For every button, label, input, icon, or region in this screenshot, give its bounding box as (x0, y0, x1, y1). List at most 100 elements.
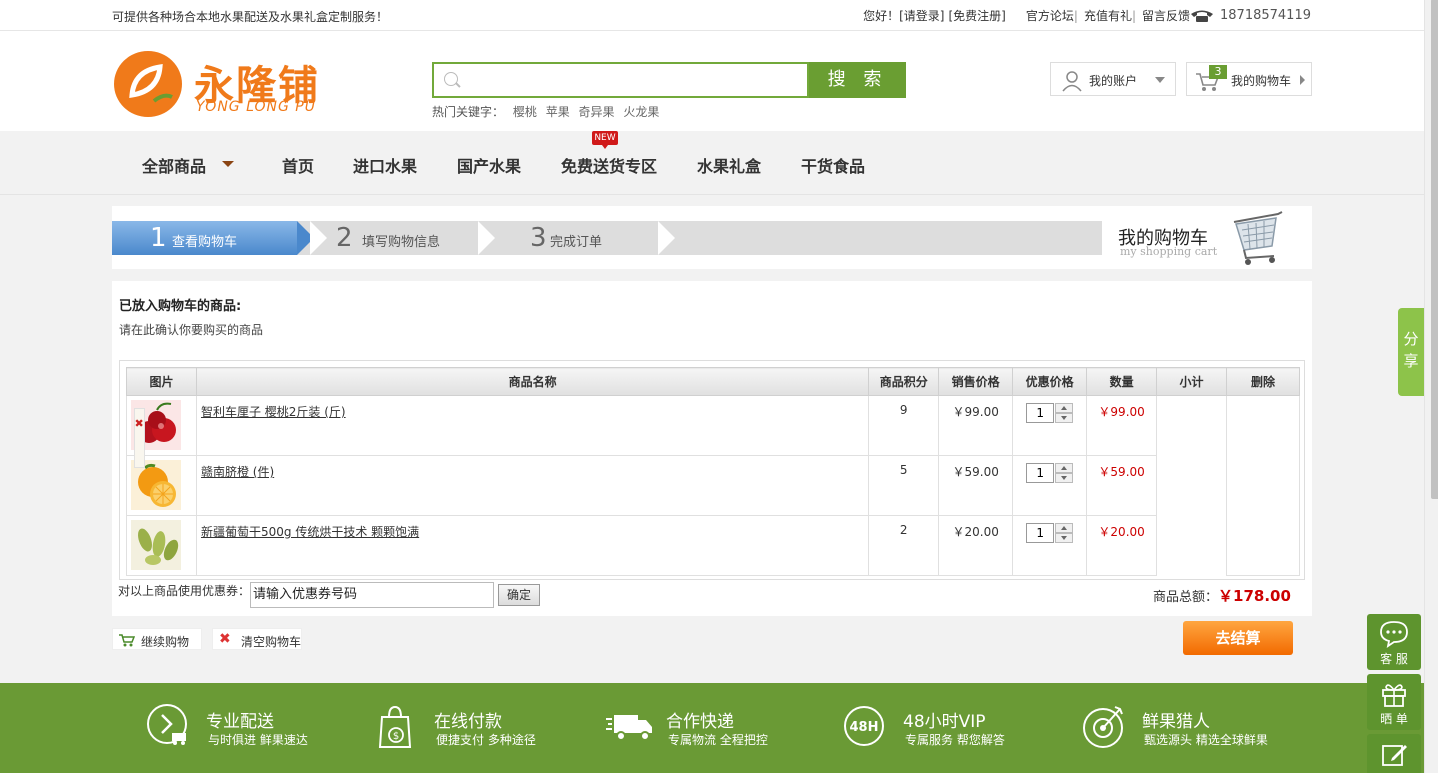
feedback-link[interactable]: 留言反馈 (1142, 7, 1190, 24)
share-order-button[interactable]: 晒 单 (1367, 674, 1421, 730)
hot-keyword[interactable]: 奇异果 (579, 105, 615, 119)
search-button[interactable]: 搜 索 (809, 62, 906, 98)
quantity-stepper (1026, 403, 1074, 423)
increment-button[interactable] (1055, 523, 1074, 533)
cart-table-wrap: 图片 商品名称 商品积分 销售价格 优惠价格 数量 小计 删除 智利车厘子 樱桃… (119, 360, 1305, 580)
step-divider (478, 221, 495, 255)
share-button[interactable]: 分享 (1398, 308, 1424, 396)
quantity-input[interactable] (1026, 463, 1055, 483)
scrollbar-thumb[interactable] (1431, 0, 1438, 499)
search-input[interactable] (432, 62, 809, 98)
points-cell: 2 (868, 515, 940, 576)
top-bar: 可提供各种场合本地水果配送及水果礼盒定制服务！ 您好！ [请登录] [免费注册]… (0, 0, 1424, 31)
hot-keyword[interactable]: 苹果 (546, 105, 570, 119)
total-value: ￥178.00 (1218, 587, 1291, 605)
divider: | (1131, 8, 1136, 23)
feedback-button[interactable] (1367, 734, 1421, 773)
feature-subtitle: 与时俱进 鲜果速达 (208, 733, 308, 747)
forum-link[interactable]: 官方论坛 (1026, 7, 1074, 24)
close-icon: ✖ (219, 631, 231, 647)
cart-button[interactable]: 3 我的购物车 (1186, 62, 1312, 96)
coupon-label: 对以上商品使用优惠券： (118, 584, 251, 598)
quantity-input[interactable] (1026, 403, 1055, 423)
gift-icon (1382, 684, 1406, 707)
cart-subheading: 请在此确认你要购买的商品 (119, 323, 264, 337)
col-header: 图片 (126, 367, 197, 396)
hot-keywords-label: 热门关键字： (432, 105, 505, 119)
decrement-button[interactable] (1055, 473, 1074, 483)
col-header: 数量 (1086, 367, 1158, 396)
clear-cart-label: 清空购物车 (241, 635, 302, 649)
product-link[interactable]: 智利车厘子 樱桃2斤装 (斤) (201, 405, 346, 419)
col-header: 销售价格 (938, 367, 1014, 396)
nav-item-dried-food[interactable]: 干货食品 (801, 153, 865, 177)
increment-button[interactable] (1055, 403, 1074, 413)
service-message: 可提供各种场合本地水果配送及水果礼盒定制服务！ (112, 10, 389, 24)
login-link[interactable]: [请登录] (899, 7, 944, 24)
user-icon (1061, 70, 1082, 92)
my-cart-subtitle: my shopping cart (1120, 245, 1218, 258)
account-dropdown[interactable]: 我的账户 (1050, 62, 1176, 96)
continue-shopping-button[interactable]: 继续购物 (112, 628, 202, 650)
feature-title: 鲜果猎人 (1142, 712, 1210, 732)
step-3: 3 完成订单 (522, 221, 672, 255)
my-cart-banner: 我的购物车 my shopping cart (1102, 206, 1302, 269)
search-icon (444, 72, 458, 86)
recharge-link[interactable]: 充值有礼 (1084, 7, 1132, 24)
subtotal-cell: ￥99.00 (1086, 395, 1158, 456)
delete-icon[interactable]: ✖ (135, 417, 144, 430)
truck-icon (606, 703, 652, 749)
continue-shopping-label: 继续购物 (141, 635, 190, 649)
phone-number: 18718574119 (1220, 8, 1311, 23)
register-link[interactable]: [免费注册] (949, 7, 1006, 24)
decrement-button[interactable] (1055, 413, 1074, 423)
cart-table: 图片 商品名称 商品积分 销售价格 优惠价格 数量 小计 删除 智利车厘子 樱桃… (126, 367, 1300, 576)
nav-item-free-delivery[interactable]: 免费送货专区 (561, 153, 657, 177)
cart-icon (119, 633, 136, 647)
scrollbar[interactable] (1424, 0, 1438, 773)
delete-cell: ✖ (133, 407, 145, 468)
hot-keyword[interactable]: 樱桃 (513, 105, 537, 119)
increment-button[interactable] (1055, 463, 1074, 473)
cart-label: 我的购物车 (1231, 74, 1292, 88)
quantity-spinner (1055, 523, 1074, 543)
nav-item-gift-box[interactable]: 水果礼盒 (697, 153, 761, 177)
share-order-label: 晒 单 (1380, 712, 1408, 726)
product-link[interactable]: 新疆葡萄干500g 传统烘干技术 颗颗饱满 (201, 525, 419, 539)
qty-cell (1012, 515, 1088, 576)
coupon-apply-button[interactable]: 确定 (498, 584, 540, 606)
orange-image[interactable] (131, 460, 181, 510)
product-link[interactable]: 赣南脐橙 (件) (201, 465, 274, 479)
coupon-input[interactable]: 请输入优惠券号码 (250, 582, 494, 608)
quantity-input[interactable] (1026, 523, 1055, 543)
clear-cart-button[interactable]: ✖ 清空购物车 (212, 628, 302, 650)
subtotal-cell: ￥20.00 (1086, 515, 1158, 576)
col-header: 商品积分 (868, 367, 940, 396)
chevron-down-icon (222, 161, 234, 167)
hot-keyword[interactable]: 火龙果 (623, 105, 659, 119)
logo[interactable]: 永隆铺 YONG LONG PU (114, 49, 344, 119)
raisin-image[interactable] (131, 520, 181, 570)
customer-service-button[interactable]: 客 服 (1367, 614, 1421, 670)
customer-service-label: 客 服 (1380, 652, 1408, 666)
main-nav: 全部商品 首页 进口水果 国产水果 免费送货专区 NEW 水果礼盒 干货食品 (0, 131, 1424, 195)
feature-title: 专业配送 (206, 712, 274, 732)
target-icon (1082, 703, 1128, 749)
table-row: 新疆葡萄干500g 传统烘干技术 颗颗饱满 2 ￥20.00 ￥20.00 ✖ (126, 407, 1300, 576)
nav-all-products[interactable]: 全部商品 (142, 153, 206, 177)
product-name-cell: 新疆葡萄干500g 传统烘干技术 颗颗饱满 (195, 515, 870, 576)
nav-item-domestic[interactable]: 国产水果 (457, 153, 521, 177)
step-number: 1 (150, 223, 167, 253)
decrement-button[interactable] (1055, 533, 1074, 543)
col-header: 商品名称 (195, 367, 870, 396)
nav-item-imported[interactable]: 进口水果 (353, 153, 417, 177)
checkout-button[interactable]: 去结算 (1183, 621, 1293, 655)
delivery-icon (146, 703, 192, 749)
divider: | (1073, 8, 1078, 23)
feature-subtitle: 专属服务 帮您解答 (905, 733, 1005, 747)
48h-icon: 48H (843, 703, 889, 749)
table-row: 赣南脐橙 (件) 5 ￥59.00 ￥59.00 ✖ (126, 407, 1300, 516)
total-label: 商品总额： (1153, 590, 1219, 605)
quantity-stepper (1026, 523, 1074, 543)
nav-item-home[interactable]: 首页 (282, 153, 314, 177)
